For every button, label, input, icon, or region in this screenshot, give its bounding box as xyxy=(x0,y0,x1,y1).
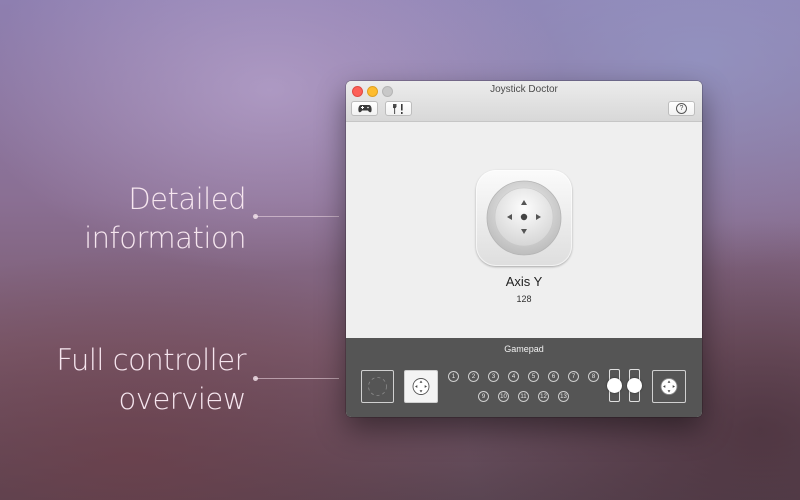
dpad-icon xyxy=(476,170,572,266)
gamepad-button-3[interactable]: 3 xyxy=(488,371,499,382)
gamepad-button-8[interactable]: 8 xyxy=(588,371,599,382)
tools-icon xyxy=(392,103,403,114)
caption-line: overview xyxy=(118,382,247,416)
selected-control-value: 128 xyxy=(516,294,532,304)
gamepad-toolbar-button[interactable] xyxy=(351,101,378,116)
caption-detailed-information: Detailed information xyxy=(84,180,246,258)
dpad-graphic xyxy=(486,180,562,256)
help-toolbar-button[interactable]: ? xyxy=(668,101,695,116)
caption-full-controller-overview: Full controller overview xyxy=(56,341,246,419)
gamepad-button-6[interactable]: 6 xyxy=(548,371,559,382)
dpad-small-icon xyxy=(412,378,430,395)
detail-view: Axis Y 128 xyxy=(346,122,702,338)
gamepad-button-9[interactable]: 9 xyxy=(478,391,489,402)
leader-line-detailed xyxy=(253,214,339,219)
help-icon: ? xyxy=(676,103,687,114)
gamepad-button-7[interactable]: 7 xyxy=(568,371,579,382)
gamepad-title: Gamepad xyxy=(504,344,544,354)
titlebar: Joystick Doctor ? xyxy=(346,81,702,122)
gamepad-button-12[interactable]: 12 xyxy=(538,391,549,402)
gamepad-button-10[interactable]: 10 xyxy=(498,391,509,402)
gamepad-icon xyxy=(357,105,372,113)
caption-line: information xyxy=(84,221,246,255)
gamepad-overview-panel: Gamepad 1 2 3 4 5 6 7 8 9 10 11 12 13 xyxy=(346,338,702,417)
trigger-knob-right[interactable] xyxy=(627,378,642,393)
gamepad-button-2[interactable]: 2 xyxy=(468,371,479,382)
tools-toolbar-button[interactable] xyxy=(385,101,412,116)
left-stick-area[interactable] xyxy=(361,370,394,403)
window-title: Joystick Doctor xyxy=(490,84,558,95)
gamepad-button-1[interactable]: 1 xyxy=(448,371,459,382)
caption-line: Full controller xyxy=(56,343,246,377)
app-window: Joystick Doctor ? Axis Y 128 Gamepad 1 2… xyxy=(346,81,702,417)
stick-outline-icon xyxy=(368,377,387,396)
trigger-knob-left[interactable] xyxy=(607,378,622,393)
caption-line: Detailed xyxy=(128,182,246,216)
leader-dot xyxy=(253,376,258,381)
leader-line-overview xyxy=(253,376,339,381)
gamepad-button-4[interactable]: 4 xyxy=(508,371,519,382)
leader-dot xyxy=(253,214,258,219)
gamepad-button-13[interactable]: 13 xyxy=(558,391,569,402)
selected-control-label: Axis Y xyxy=(505,274,543,289)
gamepad-button-11[interactable]: 11 xyxy=(518,391,529,402)
gamepad-button-5[interactable]: 5 xyxy=(528,371,539,382)
dpad-small-icon xyxy=(660,378,678,395)
dpad-control[interactable] xyxy=(404,370,438,403)
right-stick-control[interactable] xyxy=(652,370,686,403)
